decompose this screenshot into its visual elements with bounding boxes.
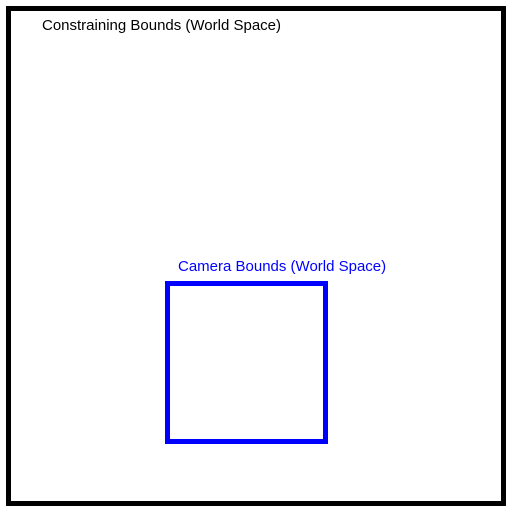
diagram-stage: Constraining Bounds (World Space) Camera… — [0, 0, 512, 512]
constraining-bounds-label: Constraining Bounds (World Space) — [42, 17, 281, 34]
camera-bounds-box — [165, 281, 328, 444]
camera-bounds-label: Camera Bounds (World Space) — [178, 258, 386, 275]
